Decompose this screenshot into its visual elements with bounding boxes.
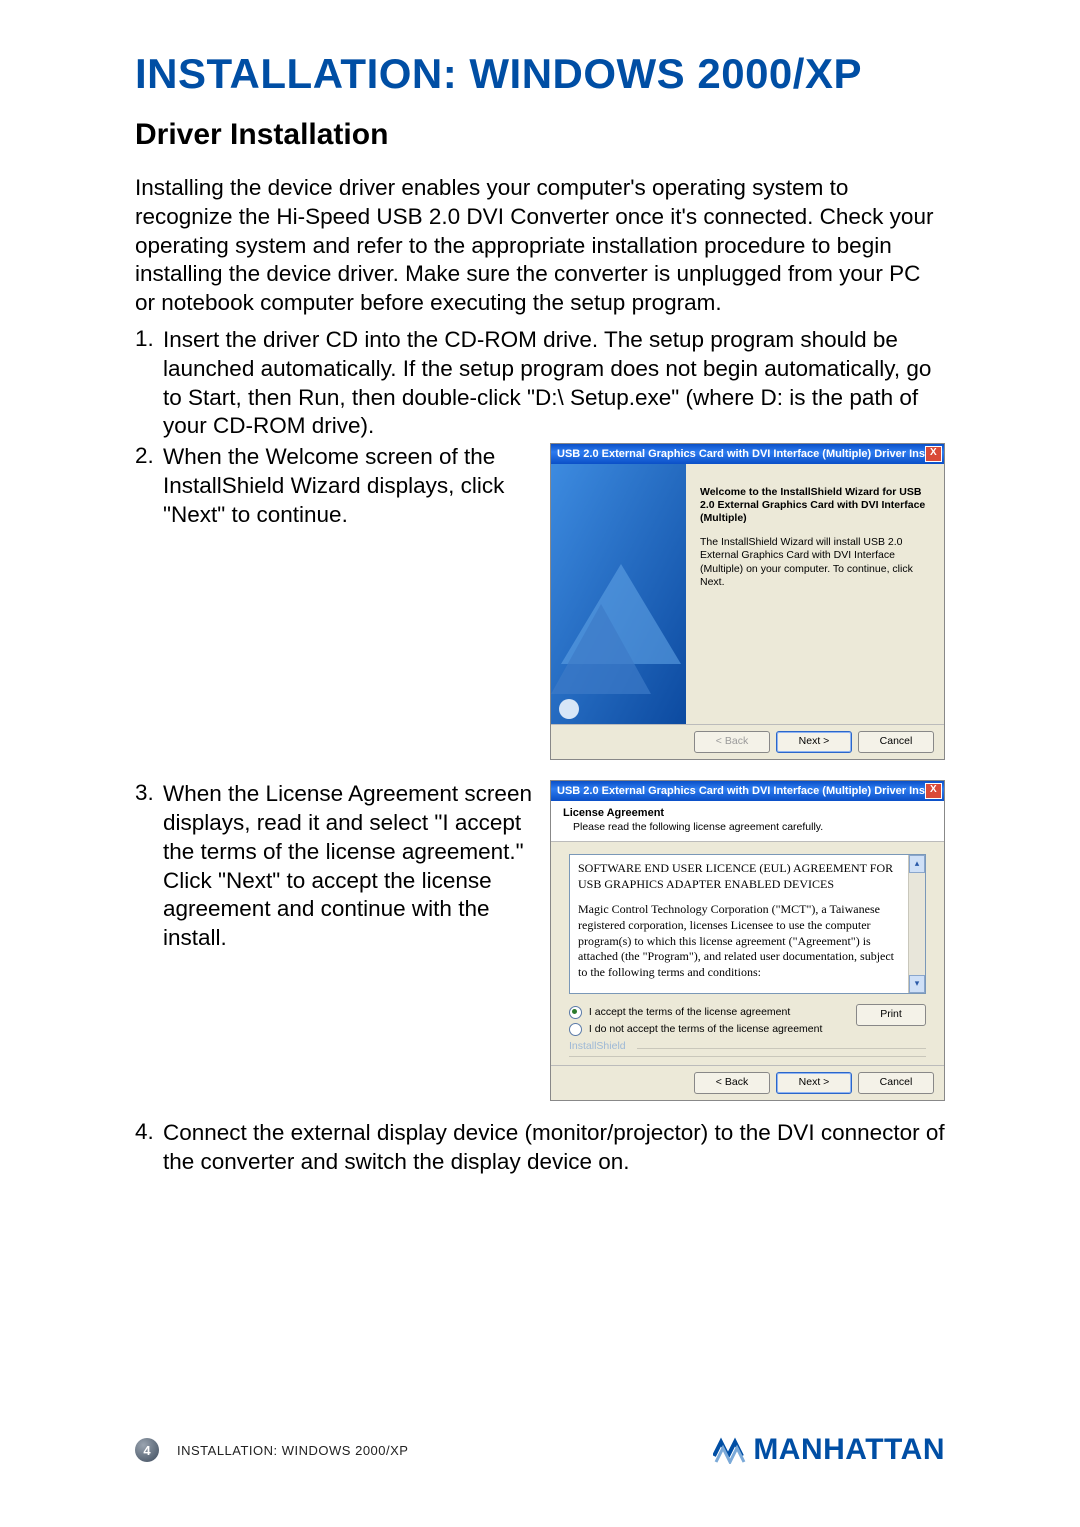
accept-radio-label: I accept the terms of the license agreem… — [589, 1006, 790, 1018]
license-header-sub: Please read the following license agreem… — [563, 819, 934, 833]
brand-text: MANHATTAN — [753, 1433, 945, 1467]
dialog-title: USB 2.0 External Graphics Card with DVI … — [557, 785, 925, 797]
page-footer: 4 INSTALLATION: WINDOWS 2000/XP MANHATTA… — [135, 1433, 945, 1467]
license-header-title: License Agreement — [563, 807, 934, 819]
intro-paragraph: Installing the device driver enables you… — [135, 174, 945, 318]
step-4: 4. Connect the external display device (… — [135, 1119, 945, 1177]
dialog-titlebar: USB 2.0 External Graphics Card with DVI … — [551, 781, 944, 801]
license-text-area[interactable]: SOFTWARE END USER LICENCE (EUL) AGREEMEN… — [569, 854, 926, 994]
brand-mark-icon — [713, 1436, 747, 1464]
page-title: INSTALLATION: WINDOWS 2000/XP — [135, 50, 945, 98]
step-4-number: 4. — [135, 1119, 163, 1177]
brand-logo: MANHATTAN — [713, 1433, 945, 1467]
next-button[interactable]: Next > — [776, 1072, 852, 1094]
dialog-button-row: < Back Next > Cancel — [551, 1065, 944, 1100]
installshield-label: InstallShield — [569, 1040, 926, 1057]
section-title: Driver Installation — [135, 118, 945, 152]
scroll-down-icon[interactable]: ▾ — [909, 975, 925, 993]
welcome-heading: Welcome to the InstallShield Wizard for … — [700, 486, 930, 525]
cancel-button[interactable]: Cancel — [858, 731, 934, 753]
installshield-license-dialog: USB 2.0 External Graphics Card with DVI … — [550, 780, 945, 1101]
page-number-badge: 4 — [135, 1438, 159, 1462]
back-button[interactable]: < Back — [694, 1072, 770, 1094]
dialog-titlebar: USB 2.0 External Graphics Card with DVI … — [551, 444, 944, 464]
cancel-button[interactable]: Cancel — [858, 1072, 934, 1094]
step-2-number: 2. — [135, 443, 163, 529]
step-4-text: Connect the external display device (mon… — [163, 1120, 945, 1174]
dialog-button-row: < Back Next > Cancel — [551, 724, 944, 759]
license-line-2: USB GRAPHICS ADAPTER ENABLED DEVICES — [578, 877, 899, 893]
running-footer-label: INSTALLATION: WINDOWS 2000/XP — [177, 1443, 408, 1458]
license-line-1: SOFTWARE END USER LICENCE (EUL) AGREEMEN… — [578, 861, 899, 877]
radio-icon — [569, 1006, 582, 1019]
radio-icon — [569, 1023, 582, 1036]
step-3-number: 3. — [135, 780, 163, 953]
wizard-banner-graphic — [551, 464, 686, 724]
scroll-up-icon[interactable]: ▴ — [909, 855, 925, 873]
next-button[interactable]: Next > — [776, 731, 852, 753]
scrollbar[interactable]: ▴ ▾ — [908, 855, 925, 993]
back-button: < Back — [694, 731, 770, 753]
decline-radio-label: I do not accept the terms of the license… — [589, 1023, 822, 1035]
close-icon[interactable]: X — [925, 446, 942, 462]
step-1-number: 1. — [135, 326, 163, 441]
step-3-text: When the License Agreement screen displa… — [163, 781, 532, 950]
decline-radio[interactable]: I do not accept the terms of the license… — [569, 1021, 822, 1038]
welcome-body: The InstallShield Wizard will install US… — [700, 536, 930, 591]
step-2-text: When the Welcome screen of the InstallSh… — [163, 444, 504, 527]
step-1-text: Insert the driver CD into the CD-ROM dri… — [163, 327, 931, 438]
license-paragraph: Magic Control Technology Corporation ("M… — [578, 902, 899, 980]
print-button[interactable]: Print — [856, 1004, 926, 1026]
dialog-title: USB 2.0 External Graphics Card with DVI … — [557, 448, 925, 460]
step-3: 3. When the License Agreement screen dis… — [135, 780, 544, 953]
accept-radio[interactable]: I accept the terms of the license agreem… — [569, 1004, 822, 1021]
step-2: 2. When the Welcome screen of the Instal… — [135, 443, 544, 529]
installshield-welcome-dialog: USB 2.0 External Graphics Card with DVI … — [550, 443, 945, 760]
close-icon[interactable]: X — [925, 783, 942, 799]
step-1: 1. Insert the driver CD into the CD-ROM … — [135, 326, 945, 441]
